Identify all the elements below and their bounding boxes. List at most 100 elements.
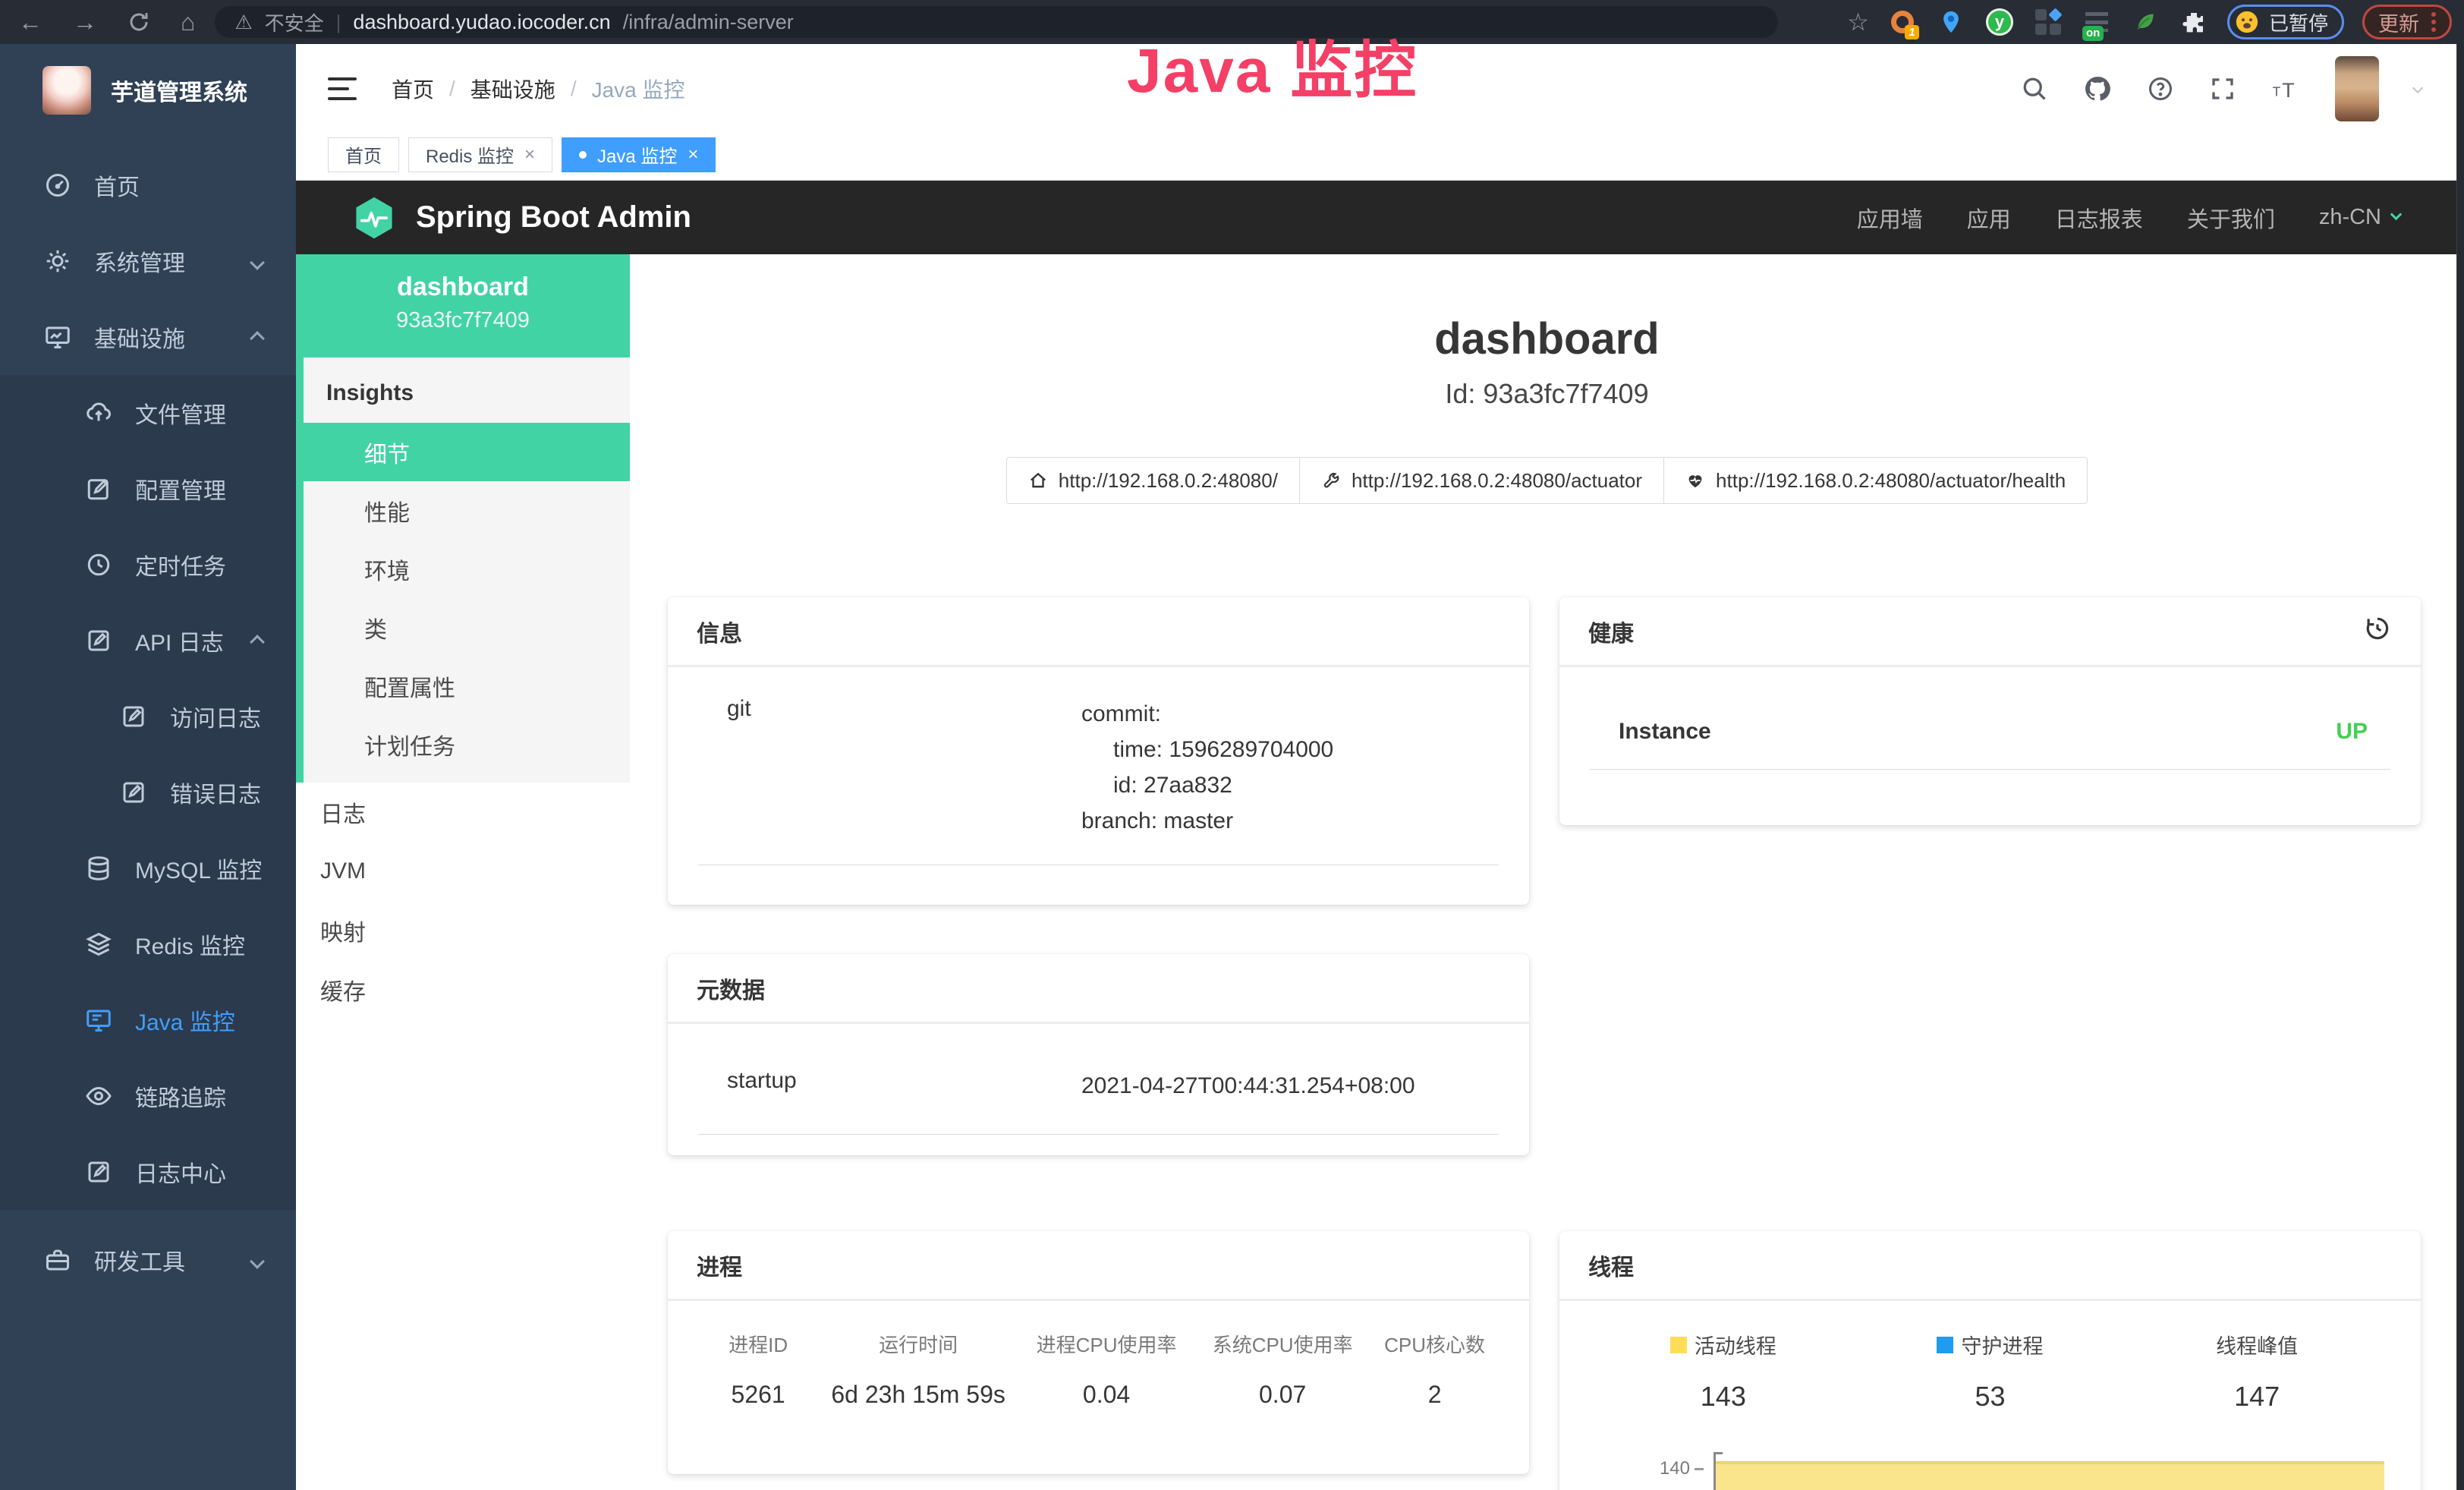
browser-update-button[interactable]: 更新 [2362,5,2452,39]
sidebar-item-api-log[interactable]: API 日志 [0,603,296,679]
url-path: /infra/admin-server [623,11,794,34]
sidebar-item-redis[interactable]: Redis 监控 [0,906,296,982]
chevron-down-icon [252,1247,263,1273]
sidebar-item-system[interactable]: 系统管理 [0,223,296,299]
sidebar-item-dev-tools[interactable]: 研发工具 [0,1222,296,1298]
database-icon [85,855,112,882]
threads-live-value: 143 [1590,1381,1857,1413]
health-history-icon[interactable] [2363,614,2392,649]
sidebar-item-mysql[interactable]: MySQL 监控 [0,830,296,906]
user-avatar[interactable] [2335,56,2379,121]
font-size-icon[interactable]: TT [2271,74,2300,103]
process-uptime: 6d 23h 15m 59s [818,1381,1018,1409]
collapse-sidebar-icon[interactable] [328,77,357,100]
sidebar-item-infra[interactable]: 基础设施 [0,299,296,375]
sidebar-item-java[interactable]: Java 监控 [0,982,296,1058]
legend-live: 活动线程 [1590,1330,1857,1359]
sba-side-item-classes[interactable]: 类 [304,598,630,657]
help-icon[interactable] [2147,75,2174,102]
cloud-upload-icon [85,399,112,427]
back-icon[interactable]: ← [18,10,42,34]
sba-side-item-env[interactable]: 环境 [304,540,630,598]
address-divider: | [336,11,341,34]
sba-side-item-details[interactable]: 细节 [304,423,630,481]
address-bar[interactable]: ⚠ 不安全 | dashboard.yudao.iocoder.cn/infra… [215,6,1778,38]
sidebar-item-file[interactable]: 文件管理 [0,375,296,451]
panels-grid: 信息 git commit: time: 1596289704000 id: 2… [668,597,2430,1490]
sba-language-select[interactable]: zh-CN [2319,205,2400,230]
service-url-button[interactable]: http://192.168.0.2:48080/ [1006,457,1300,504]
sidebar-item-trace[interactable]: 链路追踪 [0,1058,296,1134]
search-icon[interactable] [2021,75,2048,102]
tab-java[interactable]: Java 监控 × [562,137,716,172]
insights-group: Insights 细节 性能 环境 类 配置属性 计划任务 [296,358,630,783]
sba-side-item-configprops[interactable]: 配置属性 [304,657,630,715]
sba-side-item-caches[interactable]: 缓存 [296,960,630,1019]
browser-right-cluster: ☆ 1 y on [1847,5,2452,39]
heartbeat-icon [1685,471,1705,490]
health-url-button[interactable]: http://192.168.0.2:48080/actuator/health [1663,457,2088,504]
sba-side-item-logs[interactable]: 日志 [296,783,630,842]
not-secure-label: 不安全 [265,8,324,36]
sidebar-item-home[interactable]: 首页 [0,147,296,223]
sidebar-item-job[interactable]: 定时任务 [0,527,296,603]
reload-icon[interactable] [127,11,150,33]
sba-side-item-metrics[interactable]: 性能 [304,481,630,540]
bookmark-star-icon[interactable]: ☆ [1847,10,1869,34]
sba-brand[interactable]: Spring Boot Admin [416,200,691,235]
health-instance-label: Instance [1619,719,1711,745]
sba-nav-wallboard[interactable]: 应用墙 [1857,202,1923,234]
live-threads-area [1716,1461,2384,1490]
breadcrumb-home[interactable]: 首页 [392,74,434,104]
health-panel: 健康 Instance UP [1559,597,2421,825]
breadcrumb-infra[interactable]: 基础设施 [470,74,555,104]
wrench-icon [1321,471,1341,490]
chevron-down-icon [252,248,263,274]
tab-home[interactable]: 首页 [328,137,399,172]
extension-y-icon[interactable]: y [1984,7,2015,37]
forward-icon[interactable]: → [73,10,97,34]
sba-nav-about[interactable]: 关于我们 [2187,202,2275,234]
sba-side-item-jvm[interactable]: JVM [296,842,630,901]
close-icon[interactable]: × [524,144,535,165]
browser-menu-icon [2431,20,2436,24]
tab-redis[interactable]: Redis 监控 × [408,137,552,172]
sidebar-item-access-log[interactable]: 访问日志 [0,679,296,754]
sidebar-item-log-center[interactable]: 日志中心 [0,1134,296,1210]
sba-nav-applications[interactable]: 应用 [1967,202,2011,234]
breadcrumb-separator: / [449,77,455,101]
dashboard-icon [44,172,71,199]
metadata-panel: 元数据 startup 2021-04-27T00:44:31.254+08:0… [668,954,1529,1155]
cpu-cores: 2 [1370,1381,1499,1409]
page-title: dashboard [630,313,2464,364]
browser-home-icon[interactable]: ⌂ [181,10,195,34]
extension-on-icon[interactable]: on [2082,7,2112,37]
sba-header: Spring Boot Admin 应用墙 应用 日志报表 关于我们 zh-CN [296,181,2464,254]
sba-side-item-mappings[interactable]: 映射 [296,901,630,960]
app-title: 芋道管理系统 [111,74,247,107]
window-scrollbar[interactable] [2456,44,2464,1490]
actuator-url-button[interactable]: http://192.168.0.2:48080/actuator [1299,457,1664,504]
column-header: 系统CPU使用率 [1194,1330,1370,1358]
extension-leaf-icon[interactable] [2130,7,2160,37]
fullscreen-icon[interactable] [2209,75,2236,102]
github-icon[interactable] [2083,74,2112,103]
process-panel-title: 进程 [668,1231,1529,1301]
smiley-avatar-icon [2234,9,2260,35]
sba-side-item-scheduled[interactable]: 计划任务 [304,715,630,773]
extension-grid-icon[interactable] [2033,7,2063,37]
extension-orange-icon[interactable]: 1 [1887,7,1918,37]
profile-paused-label: 已暂停 [2269,8,2328,36]
sidebar-item-error-log[interactable]: 错误日志 [0,754,296,830]
extensions-puzzle-icon[interactable] [2179,7,2209,37]
sidebar-item-config[interactable]: 配置管理 [0,451,296,527]
sba-nav-journal[interactable]: 日志报表 [2055,202,2143,234]
extension-pin-icon[interactable] [1936,7,1966,37]
threads-peak-value: 147 [2123,1381,2390,1413]
legend-peak: 线程峰值 [2123,1330,2390,1359]
info-key: git [698,696,1081,839]
browser-profile-button[interactable]: 已暂停 [2227,5,2344,39]
clock-icon [85,551,112,578]
close-icon[interactable]: × [688,144,698,165]
user-caret-icon[interactable] [2414,82,2422,96]
